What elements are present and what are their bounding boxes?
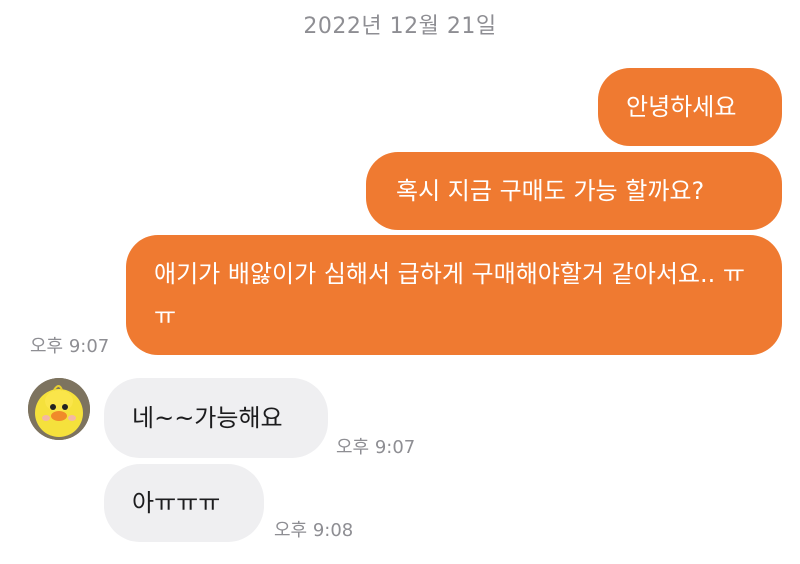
incoming-message[interactable]: 아ㅠㅠㅠ (104, 464, 264, 542)
outgoing-message[interactable]: 애기가 배앓이가 심해서 급하게 구매해야할거 같아서요.. ㅠㅠ (126, 235, 782, 355)
avatar[interactable] (28, 378, 90, 440)
duck-avatar-icon (28, 378, 90, 440)
outgoing-message[interactable]: 혹시 지금 구매도 가능 할까요? (366, 152, 782, 230)
message-timestamp: 오후 9:07 (30, 336, 110, 357)
incoming-message[interactable]: 네~~가능해요 (104, 378, 328, 458)
message-timestamp: 오후 9:07 (336, 437, 416, 458)
message-text: 안녕하세요 (626, 93, 737, 121)
message-timestamp: 오후 9:08 (274, 520, 354, 541)
message-text: 애기가 배앓이가 심해서 급하게 구매해야할거 같아서요.. ㅠㅠ (154, 260, 745, 330)
outgoing-message[interactable]: 안녕하세요 (598, 68, 782, 146)
date-header: 2022년 12월 21일 (303, 14, 497, 39)
message-text: 혹시 지금 구매도 가능 할까요? (396, 177, 705, 205)
message-text: 아ㅠㅠㅠ (132, 489, 221, 517)
message-text: 네~~가능해요 (132, 404, 283, 432)
